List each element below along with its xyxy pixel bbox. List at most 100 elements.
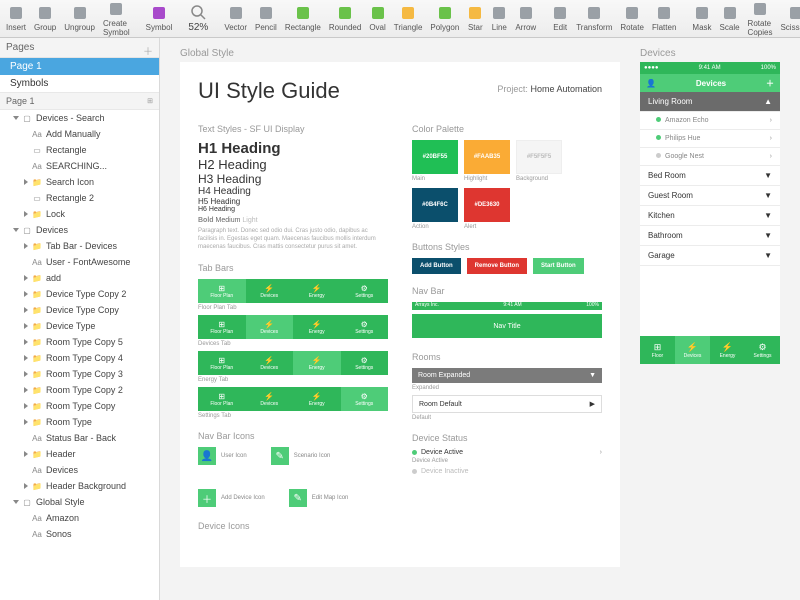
tab[interactable]: ⊞Floor Plan — [198, 315, 246, 339]
tab[interactable]: ⚡Devices — [246, 279, 294, 303]
device-artboard[interactable]: ●●●●9:41 AM100% 👤 Devices ＋ Living Room▲… — [640, 62, 780, 364]
button[interactable]: Remove Button — [467, 258, 527, 274]
layer-item[interactable]: 📁Device Type Copy 2 — [0, 286, 159, 302]
layer-item[interactable]: AaAdd Manually — [0, 126, 159, 142]
add-page-icon[interactable]: ＋ — [143, 43, 153, 53]
device-tab[interactable]: ⚡Devices — [675, 336, 710, 364]
room-row[interactable]: Garage▼ — [640, 246, 780, 266]
layer-item[interactable]: 📁Header Background — [0, 478, 159, 494]
tab[interactable]: ⚡Energy — [293, 279, 341, 303]
tool-oval[interactable]: Oval — [369, 5, 385, 32]
layer-item[interactable]: 📁Tab Bar - Devices — [0, 238, 159, 254]
tool-symbol[interactable]: Symbol — [146, 5, 173, 32]
device-tab[interactable]: ⚙Settings — [745, 336, 780, 364]
tool-rounded[interactable]: Rounded — [329, 5, 361, 32]
layer-item[interactable]: 📁Room Type — [0, 414, 159, 430]
tab[interactable]: ⊞Floor Plan — [198, 351, 246, 375]
layer-item[interactable]: AaSEARCHING... — [0, 158, 159, 174]
device-item[interactable]: Philips Hue› — [640, 130, 780, 148]
layer-item[interactable]: 📁add — [0, 270, 159, 286]
tab[interactable]: ⚡Energy — [293, 351, 341, 375]
styleguide-artboard[interactable]: UI Style Guide Project: Home Automation … — [180, 62, 620, 567]
layer-item[interactable]: 📁Device Type Copy — [0, 302, 159, 318]
tool-scissors[interactable]: Scissors — [780, 5, 800, 32]
room-header[interactable]: Living Room▲ — [640, 92, 780, 112]
tool-polygon[interactable]: Polygon — [430, 5, 459, 32]
device-tab[interactable]: ⊞Floor — [640, 336, 675, 364]
color-swatch[interactable]: #FAAB35 — [464, 140, 510, 174]
layer-item[interactable]: AaSonos — [0, 526, 159, 542]
tool-edit[interactable]: Edit — [552, 5, 568, 32]
layer-item[interactable]: 📁Search Icon — [0, 174, 159, 190]
layer-item[interactable]: 📁Lock — [0, 206, 159, 222]
room-row[interactable]: Bathroom▼ — [640, 226, 780, 246]
color-swatch[interactable]: #0B4F6C — [412, 188, 458, 222]
tab[interactable]: ⚡Energy — [293, 315, 341, 339]
room-default[interactable]: Room Default▶ — [412, 395, 602, 413]
button[interactable]: Add Button — [412, 258, 461, 274]
tab[interactable]: ⚡Devices — [246, 387, 294, 411]
layer-item[interactable]: AaUser - FontAwesome — [0, 254, 159, 270]
tool-vector[interactable]: Vector — [224, 5, 247, 32]
layer-item[interactable]: 📁Room Type Copy 5 — [0, 334, 159, 350]
tab[interactable]: ⊞Floor Plan — [198, 279, 246, 303]
tool-flatten[interactable]: Flatten — [652, 5, 676, 32]
layer-item[interactable]: 📁Room Type Copy 3 — [0, 366, 159, 382]
color-swatch[interactable]: #DE3630 — [464, 188, 510, 222]
room-row[interactable]: Bed Room▼ — [640, 166, 780, 186]
layer-item[interactable]: 📁Header — [0, 446, 159, 462]
layer-item[interactable]: AaDevices — [0, 462, 159, 478]
color-swatch[interactable]: #20BF55 — [412, 140, 458, 174]
color-swatch[interactable]: #F5F5F5 — [516, 140, 562, 174]
layer-item[interactable]: ▭Rectangle — [0, 142, 159, 158]
device-tab[interactable]: ⚡Energy — [710, 336, 745, 364]
room-expanded[interactable]: Room Expanded▼ — [412, 368, 602, 383]
tab[interactable]: ⚡Energy — [293, 387, 341, 411]
tool-create-symbol[interactable]: Create Symbol — [103, 1, 130, 37]
layer-item[interactable]: 📁Room Type Copy 4 — [0, 350, 159, 366]
button[interactable]: Start Button — [533, 258, 584, 274]
page-item[interactable]: Page 1 — [0, 58, 159, 75]
layer-group[interactable]: ▢Devices — [0, 222, 159, 238]
room-row[interactable]: Guest Room▼ — [640, 186, 780, 206]
tab[interactable]: ⚙Settings — [341, 279, 389, 303]
tool-insert[interactable]: Insert — [6, 5, 26, 32]
tool-scale[interactable]: Scale — [720, 5, 740, 32]
device-item[interactable]: Amazon Echo› — [640, 112, 780, 130]
tab[interactable]: ⚙Settings — [341, 351, 389, 375]
device-item[interactable]: Google Nest› — [640, 148, 780, 166]
layer-group[interactable]: ▢Devices - Search — [0, 110, 159, 126]
layer-item[interactable]: 📁Room Type Copy — [0, 398, 159, 414]
add-icon[interactable]: ＋ — [766, 78, 774, 89]
user-icon[interactable]: 👤 — [646, 79, 656, 88]
layer-group[interactable]: ▢Global Style — [0, 494, 159, 510]
tab[interactable]: ⚡Devices — [246, 315, 294, 339]
layer-item[interactable]: AaStatus Bar - Back — [0, 430, 159, 446]
layer-item[interactable]: 📁Room Type Copy 2 — [0, 382, 159, 398]
room-row[interactable]: Kitchen▼ — [640, 206, 780, 226]
tool-star[interactable]: Star — [467, 5, 483, 32]
nav-icon[interactable]: 👤 — [198, 447, 216, 465]
tool-mask[interactable]: Mask — [692, 5, 711, 32]
nav-icon[interactable]: ✎ — [289, 489, 307, 507]
nav-icon[interactable]: ＋ — [198, 489, 216, 507]
layer-item[interactable]: AaAmazon — [0, 510, 159, 526]
nav-icon[interactable]: ✎ — [271, 447, 289, 465]
tool-rectangle[interactable]: Rectangle — [285, 5, 321, 32]
tool-rotate-copies[interactable]: Rotate Copies — [748, 1, 773, 37]
tool-rotate[interactable]: Rotate — [620, 5, 644, 32]
tool-pencil[interactable]: Pencil — [255, 5, 277, 32]
tab[interactable]: ⚙Settings — [341, 315, 389, 339]
layer-item[interactable]: ▭Rectangle 2 — [0, 190, 159, 206]
layer-item[interactable]: 📁Device Type — [0, 318, 159, 334]
tool-line[interactable]: Line — [491, 5, 507, 32]
tab[interactable]: ⚡Devices — [246, 351, 294, 375]
tab[interactable]: ⊞Floor Plan — [198, 387, 246, 411]
canvas[interactable]: Global Style Devices UI Style Guide Proj… — [160, 38, 800, 600]
tool-triangle[interactable]: Triangle — [394, 5, 423, 32]
tool-transform[interactable]: Transform — [576, 5, 612, 32]
tab[interactable]: ⚙Settings — [341, 387, 389, 411]
tool-ungroup[interactable]: Ungroup — [64, 5, 95, 32]
page-item[interactable]: Symbols — [0, 75, 159, 92]
tool-group[interactable]: Group — [34, 5, 56, 32]
